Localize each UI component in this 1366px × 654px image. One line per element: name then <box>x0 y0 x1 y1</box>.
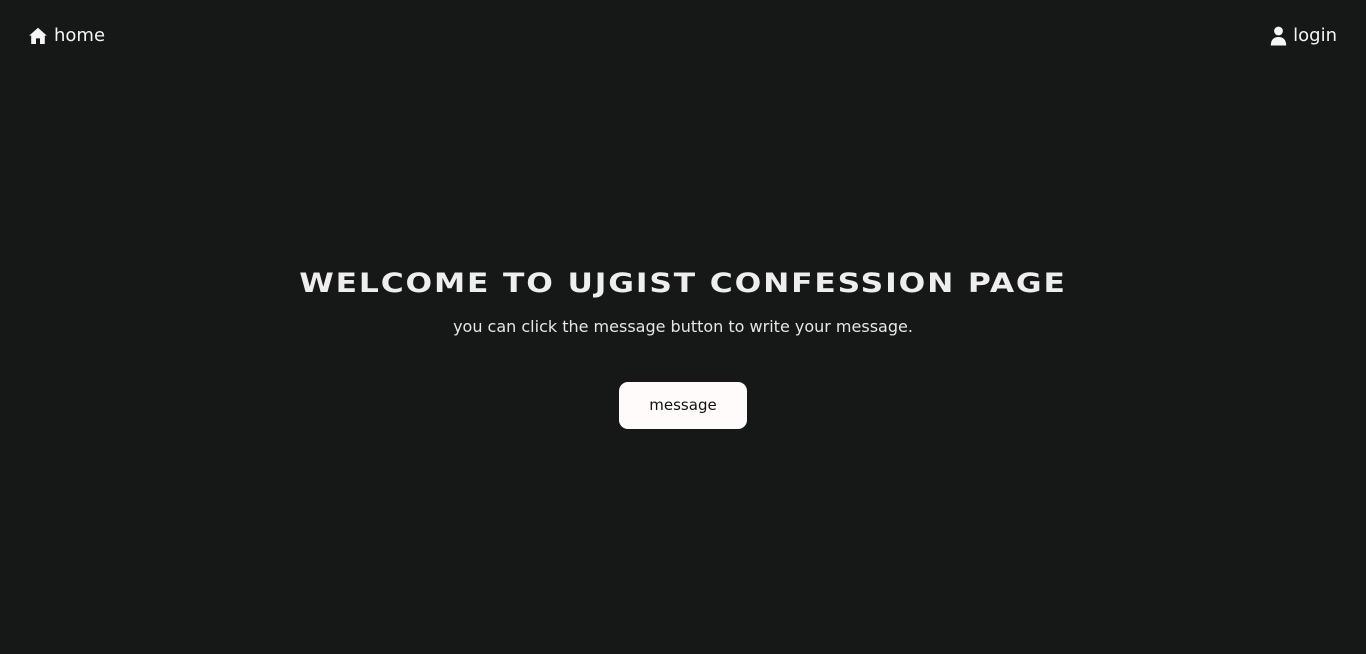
message-button[interactable]: message <box>619 382 747 429</box>
page-subtitle: you can click the message button to writ… <box>453 317 913 336</box>
page-title: WELCOME TO UJGIST CONFESSION PAGE <box>299 268 1067 299</box>
page: home login WELCOME TO UJGIST CONFESSION … <box>0 0 1366 654</box>
nav-login-label: login <box>1293 25 1337 46</box>
hero-section: WELCOME TO UJGIST CONFESSION PAGE you ca… <box>0 266 1366 429</box>
user-icon <box>1270 26 1287 46</box>
nav-login-link[interactable]: login <box>1270 24 1337 48</box>
nav-home-link[interactable]: home <box>28 24 105 48</box>
home-icon <box>28 26 48 46</box>
nav-home-label: home <box>54 25 106 46</box>
